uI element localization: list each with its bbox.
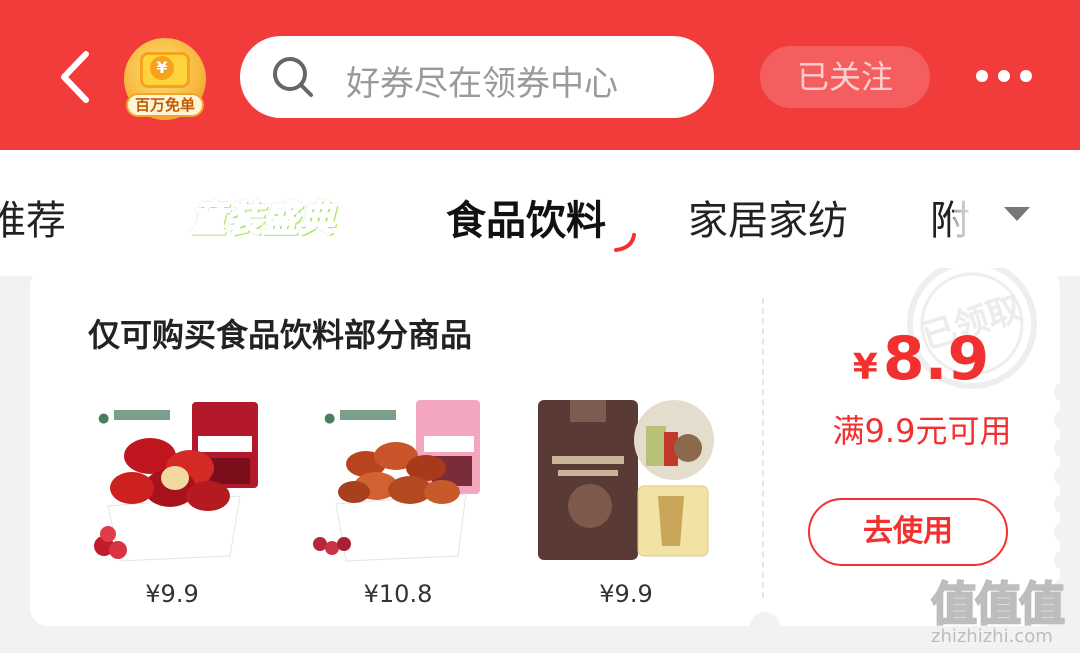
tab-recommend[interactable]: 荐推荐 bbox=[0, 188, 66, 246]
svg-text:●: ● bbox=[98, 411, 109, 426]
product-image-herbal-tea bbox=[538, 400, 714, 560]
tab-kids-clothing-festival[interactable]: 童装盛典 bbox=[189, 190, 335, 242]
coupon-title: 仅可购买食品饮料部分商品 bbox=[88, 316, 473, 354]
ticket-edge-scallop bbox=[1040, 382, 1074, 592]
product-price: ¥10.8 bbox=[363, 580, 433, 608]
product-price: ¥9.9 bbox=[145, 580, 199, 608]
search-icon bbox=[273, 57, 313, 97]
watermark-url: zhizhizhi.com bbox=[931, 626, 1053, 647]
coupon-condition: 满9.9元可用 bbox=[832, 412, 1012, 450]
product-image-raisins: ● bbox=[313, 400, 480, 562]
currency-symbol: ¥ bbox=[852, 347, 878, 388]
product-item[interactable]: ● ¥10.8 bbox=[306, 396, 490, 608]
use-coupon-button[interactable]: 去使用 bbox=[808, 498, 1008, 566]
search-bar[interactable]: 好券尽在领券中心 bbox=[240, 36, 714, 118]
search-placeholder: 好券尽在领券中心 bbox=[346, 64, 618, 104]
coupon-amount: ¥ 8.9 bbox=[836, 324, 1006, 394]
product-price: ¥9.9 bbox=[599, 580, 653, 608]
chevron-down-icon[interactable] bbox=[1002, 205, 1032, 223]
product-image-red-dates: ● bbox=[94, 402, 258, 562]
back-arrow-icon[interactable] bbox=[52, 48, 100, 106]
follow-button[interactable]: 已关注 bbox=[760, 46, 930, 108]
category-tabs: 荐推荐 童装盛典 食品饮料 家居家纺 附 bbox=[0, 150, 1080, 276]
watermark: 值值值 zhizhizhi.com bbox=[925, 568, 1080, 653]
svg-text:●: ● bbox=[324, 411, 335, 426]
coupon-value: 8.9 bbox=[882, 324, 990, 394]
more-options-icon[interactable] bbox=[974, 64, 1034, 88]
product-item[interactable]: ● ¥9.9 bbox=[80, 396, 264, 608]
watermark-logo: 值值值 bbox=[930, 576, 1066, 632]
yen-coin-icon: ¥ bbox=[150, 56, 174, 80]
tab-home-textiles[interactable]: 家居家纺 bbox=[688, 188, 848, 246]
ticket-bottom-notch bbox=[750, 612, 780, 642]
product-item[interactable]: ¥9.9 bbox=[534, 396, 718, 608]
free-order-badge[interactable]: ¥ 百万免单 bbox=[124, 38, 206, 120]
tab-food-drinks[interactable]: 食品饮料 bbox=[446, 188, 606, 246]
top-header: ¥ 百万免单 好券尽在领券中心 已关注 bbox=[0, 0, 1080, 150]
badge-label: 百万免单 bbox=[126, 93, 204, 117]
coupon-divider bbox=[762, 298, 764, 598]
coupon-card: 仅可购买食品饮料部分商品 ● ¥9.9 ● ¥10.8 ¥9.9 已领取 ¥ 8… bbox=[30, 268, 1060, 626]
active-tab-indicator bbox=[614, 233, 636, 252]
